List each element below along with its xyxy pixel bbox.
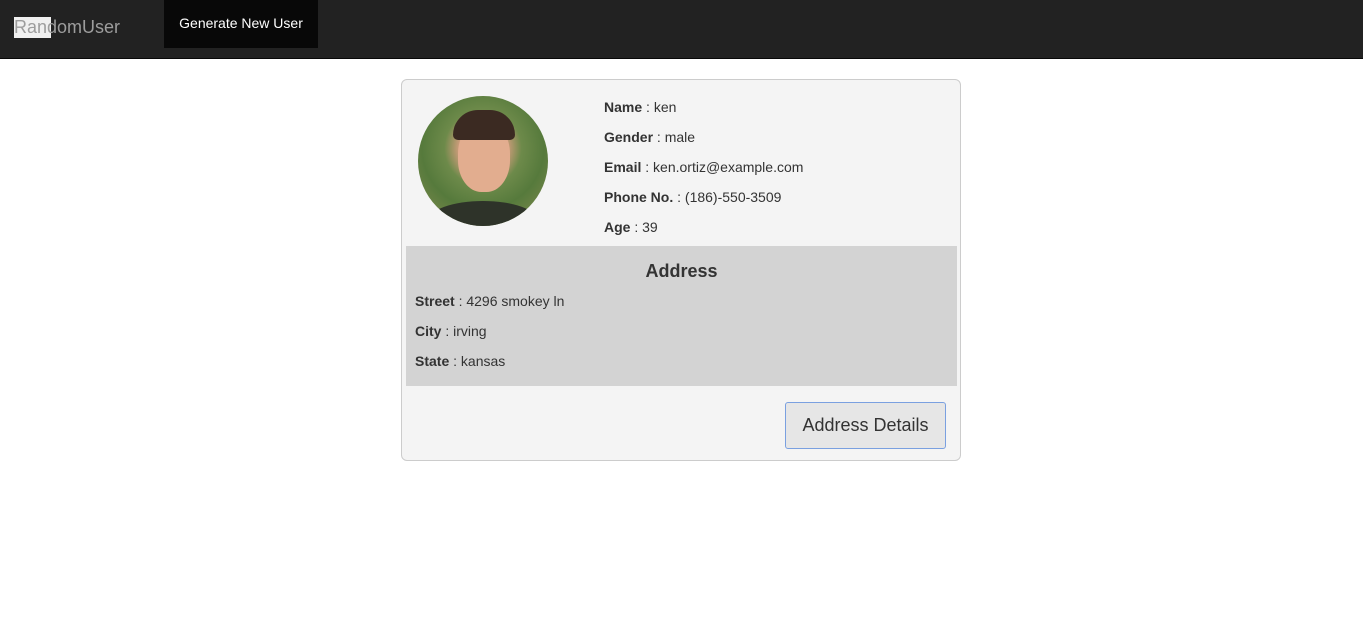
user-info: Name : ken Gender : male Email : ken.ort…: [604, 97, 803, 247]
address-heading: Address: [645, 261, 718, 281]
city-row: City : irving: [415, 323, 487, 339]
field-label: State: [415, 353, 450, 369]
brand-link[interactable]: RandomUser: [14, 17, 121, 38]
address-details-button[interactable]: Address Details: [785, 402, 946, 449]
field-label: Email: [604, 159, 642, 175]
field-label: Gender: [604, 129, 654, 145]
email-value: ken.ortiz@example.com: [653, 159, 804, 175]
age-row: Age : 39: [604, 219, 658, 235]
field-label: Age: [604, 219, 631, 235]
address-section: Address Street : 4296 smokey ln City : i…: [406, 246, 957, 386]
field-label: City: [415, 323, 442, 339]
field-label: Street: [415, 293, 455, 309]
user-avatar: [418, 96, 548, 226]
phone-value: (186)-550-3509: [684, 189, 782, 205]
street-row: Street : 4296 smokey ln: [415, 293, 565, 309]
generate-new-user-button[interactable]: Generate New User: [164, 0, 318, 48]
state-value: kansas: [460, 353, 506, 369]
user-card: Name : ken Gender : male Email : ken.ort…: [401, 79, 961, 461]
street-value: 4296 smokey ln: [466, 293, 565, 309]
navbar: RandomUser Generate New User: [0, 0, 1363, 59]
gender-row: Gender : male: [604, 129, 696, 145]
name-value: ken: [653, 99, 677, 115]
phone-row: Phone No. : (186)-550-3509: [604, 189, 782, 205]
city-value: irving: [453, 323, 487, 339]
field-label: Name: [604, 99, 643, 115]
state-row: State : kansas: [415, 353, 506, 369]
field-label: Phone No.: [604, 189, 674, 205]
email-row: Email : ken.ortiz@example.com: [604, 159, 804, 175]
age-value: 39: [642, 219, 658, 235]
name-row: Name : ken: [604, 99, 677, 115]
gender-value: male: [664, 129, 696, 145]
